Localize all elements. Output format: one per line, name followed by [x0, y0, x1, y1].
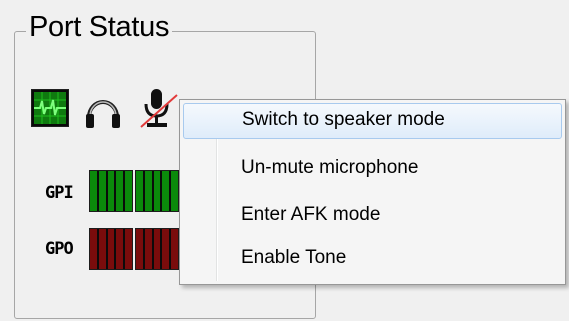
gpo-label: GPO: [45, 239, 74, 259]
gpo-meter-block: [89, 228, 133, 270]
gpi-meter: [89, 170, 179, 212]
headset-icon[interactable]: [82, 89, 124, 131]
tone-waveform-icon[interactable]: [31, 89, 69, 127]
gpi-meter-block: [135, 170, 179, 212]
gpi-meter-block: [89, 170, 133, 212]
menu-item-unmute-microphone[interactable]: Un-mute microphone: [183, 151, 562, 187]
gpo-meter-block: [135, 228, 179, 270]
microphone-muted-icon[interactable]: [135, 85, 181, 131]
gpi-label: GPI: [45, 183, 74, 203]
gpo-meter: [89, 228, 179, 270]
menu-item-switch-to-speaker-mode[interactable]: Switch to speaker mode: [183, 103, 562, 139]
port-status-title: Port Status: [26, 9, 173, 45]
menu-item-enable-tone[interactable]: Enable Tone: [183, 241, 562, 277]
context-menu: Switch to speaker mode Un-mute microphon…: [179, 99, 566, 285]
menu-item-enter-afk-mode[interactable]: Enter AFK mode: [183, 198, 562, 234]
